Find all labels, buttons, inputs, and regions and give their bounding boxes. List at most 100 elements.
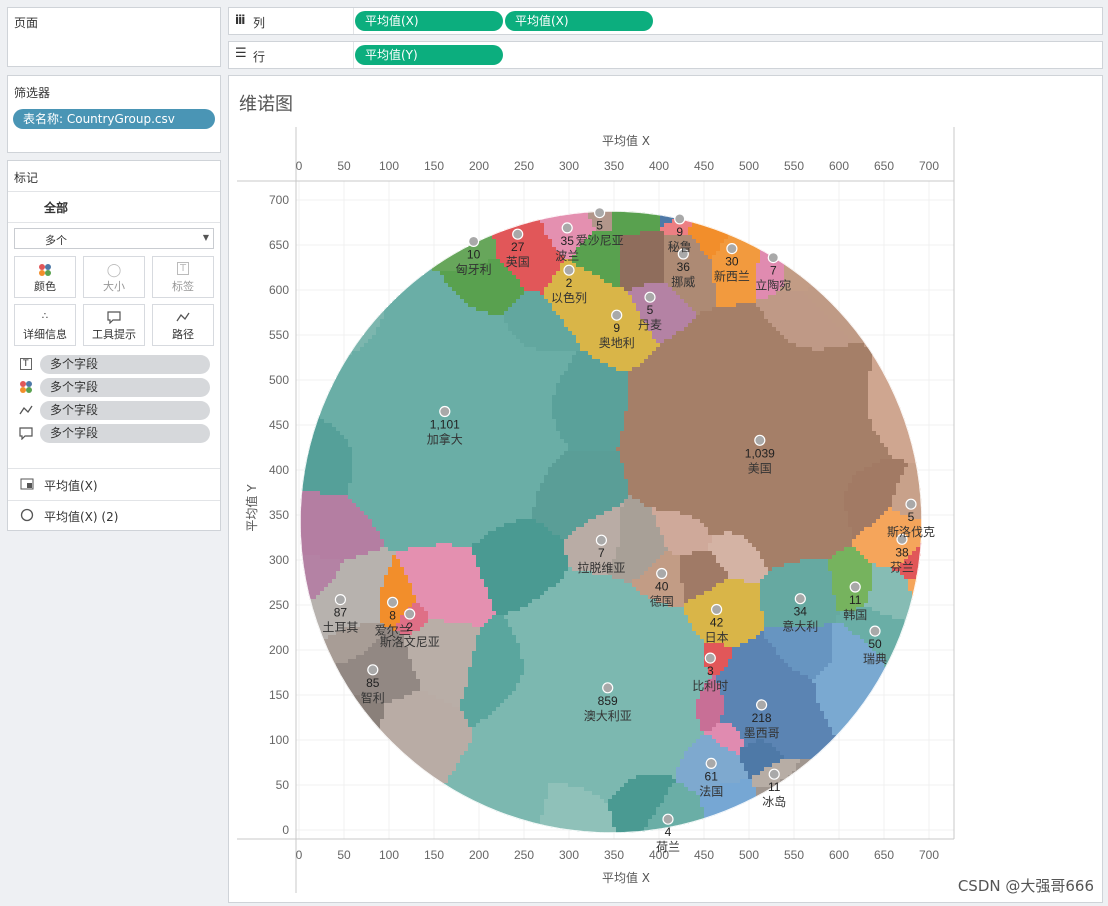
point-value: 5 xyxy=(596,219,603,233)
point-value: 218 xyxy=(752,711,772,725)
y-tick: 0 xyxy=(282,823,289,837)
point-label: 以色列 xyxy=(551,291,587,305)
point-marker[interactable] xyxy=(795,594,805,604)
point-value: 7 xyxy=(770,264,777,278)
point-label: 爱沙尼亚 xyxy=(576,234,624,248)
top-axis-title: 平均值 X xyxy=(602,133,650,148)
point-marker[interactable] xyxy=(675,214,685,224)
point-marker[interactable] xyxy=(906,499,916,509)
point-value: 61 xyxy=(705,769,719,783)
point-value: 27 xyxy=(511,240,525,254)
point-label: 挪威 xyxy=(671,275,695,289)
point-marker[interactable] xyxy=(440,407,450,417)
y-tick: 300 xyxy=(269,553,289,567)
point-marker[interactable] xyxy=(513,229,523,239)
point-value: 30 xyxy=(725,255,739,269)
point-label: 冰岛 xyxy=(762,794,786,809)
point-marker[interactable] xyxy=(870,626,880,636)
point-label: 拉脱维亚 xyxy=(577,560,625,575)
point-value: 8 xyxy=(389,608,396,622)
bottom-x-tick: 200 xyxy=(469,848,489,862)
bottom-x-tick: 500 xyxy=(739,848,759,862)
y-tick: 50 xyxy=(276,778,290,792)
point-marker[interactable] xyxy=(335,595,345,605)
point-value: 9 xyxy=(613,321,620,335)
top-x-tick: 200 xyxy=(469,159,489,173)
point-marker[interactable] xyxy=(469,236,479,246)
point-label: 墨西哥 xyxy=(744,726,780,740)
point-marker[interactable] xyxy=(850,582,860,592)
y-tick: 700 xyxy=(269,193,289,207)
bottom-x-tick: 550 xyxy=(784,848,804,862)
point-value: 9 xyxy=(676,225,683,239)
point-marker[interactable] xyxy=(405,609,415,619)
bottom-x-tick: 700 xyxy=(919,848,939,862)
point-value: 11 xyxy=(849,593,862,607)
point-marker[interactable] xyxy=(645,292,655,302)
top-x-tick: 50 xyxy=(337,159,351,173)
point-value: 35 xyxy=(561,234,575,248)
point-value: 87 xyxy=(334,606,348,620)
point-marker[interactable] xyxy=(769,769,779,779)
bottom-x-tick: 600 xyxy=(829,848,849,862)
point-marker[interactable] xyxy=(657,569,667,579)
point-label: 土耳其 xyxy=(322,621,358,635)
point-marker[interactable] xyxy=(712,605,722,615)
bottom-x-tick: 300 xyxy=(559,848,579,862)
y-tick: 600 xyxy=(269,283,289,297)
bottom-x-tick: 150 xyxy=(424,848,444,862)
y-tick: 350 xyxy=(269,508,289,522)
point-label: 立陶宛 xyxy=(755,278,791,293)
y-tick: 400 xyxy=(269,463,289,477)
point-marker[interactable] xyxy=(705,653,715,663)
point-label: 德国 xyxy=(650,594,674,609)
bottom-x-tick: 450 xyxy=(694,848,714,862)
point-marker[interactable] xyxy=(603,683,613,693)
point-label: 波兰 xyxy=(555,249,579,263)
point-label: 澳大利亚 xyxy=(584,709,632,723)
point-marker[interactable] xyxy=(595,208,605,218)
point-marker[interactable] xyxy=(596,535,606,545)
point-label: 智利 xyxy=(361,690,385,705)
point-value: 2 xyxy=(566,276,573,290)
point-marker[interactable] xyxy=(368,665,378,675)
point-marker[interactable] xyxy=(706,758,716,768)
top-x-tick: 300 xyxy=(559,159,579,173)
point-value: 2 xyxy=(406,620,413,634)
point-label: 斯洛文尼亚 xyxy=(380,634,440,649)
point-marker[interactable] xyxy=(663,814,673,824)
point-marker[interactable] xyxy=(388,597,398,607)
y-tick: 450 xyxy=(269,418,289,432)
point-value: 40 xyxy=(655,580,669,594)
point-marker[interactable] xyxy=(757,700,767,710)
point-marker[interactable] xyxy=(727,244,737,254)
top-x-tick: 700 xyxy=(919,159,939,173)
point-value: 42 xyxy=(710,616,724,630)
watermark: CSDN @大强哥666 xyxy=(958,875,1094,896)
point-value: 10 xyxy=(467,247,481,261)
point-marker[interactable] xyxy=(562,223,572,233)
point-marker[interactable] xyxy=(612,310,622,320)
point-value: 5 xyxy=(647,303,654,317)
point-label: 美国 xyxy=(748,461,772,475)
top-x-tick: 600 xyxy=(829,159,849,173)
bottom-x-tick: 100 xyxy=(379,848,399,862)
point-value: 3 xyxy=(707,664,714,678)
point-value: 50 xyxy=(868,637,882,651)
point-marker[interactable] xyxy=(768,253,778,263)
top-x-tick: 650 xyxy=(874,159,894,173)
point-label: 奥地利 xyxy=(599,336,635,350)
voronoi-chart[interactable]: 0050501001001501502002002502503003003503… xyxy=(0,0,1108,906)
point-label: 芬兰 xyxy=(890,560,914,574)
point-value: 36 xyxy=(677,260,691,274)
point-marker[interactable] xyxy=(564,265,574,275)
y-tick: 650 xyxy=(269,238,289,252)
point-label: 斯洛伐克 xyxy=(887,524,935,539)
point-label: 匈牙利 xyxy=(456,262,492,276)
point-marker[interactable] xyxy=(755,435,765,445)
bottom-x-tick: 350 xyxy=(604,848,624,862)
point-label: 日本 xyxy=(705,631,729,645)
point-value: 85 xyxy=(366,676,380,690)
point-label: 瑞典 xyxy=(863,652,887,666)
bottom-axis-title: 平均值 X xyxy=(602,870,650,885)
